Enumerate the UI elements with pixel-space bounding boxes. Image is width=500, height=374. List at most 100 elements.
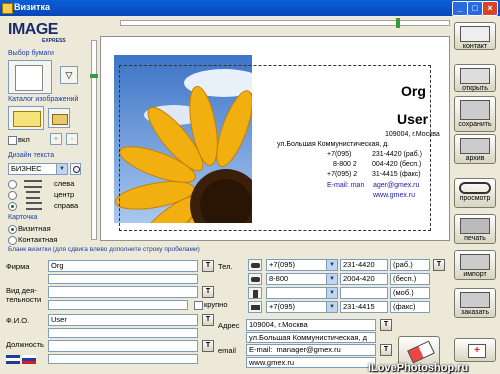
align-right-label: справа: [54, 201, 79, 210]
remove-image-button[interactable]: -: [66, 133, 78, 145]
phone2-code: 8-800: [269, 274, 289, 283]
align-center-radio[interactable]: [8, 191, 17, 200]
open-button[interactable]: открыть: [454, 64, 496, 92]
vkl-checkbox[interactable]: [8, 136, 17, 145]
app-icon: [2, 3, 13, 14]
close-button[interactable]: ×: [482, 1, 498, 16]
fio-font-button[interactable]: T: [202, 314, 214, 326]
paper-preview[interactable]: [8, 60, 52, 94]
catalog-button[interactable]: [8, 106, 44, 130]
position-font-button[interactable]: T: [202, 340, 214, 352]
chevron-down-icon: ▼: [326, 274, 337, 284]
card-phone3-code: +7(095) 2: [327, 171, 358, 178]
contact-button[interactable]: контакт: [454, 22, 496, 50]
search-design-button[interactable]: [70, 163, 81, 175]
vertical-slider-thumb[interactable]: [90, 74, 98, 78]
phone4-number-field[interactable]: 231-4415: [340, 301, 388, 313]
email-field[interactable]: E-mail: manager@gmex.ru: [246, 344, 376, 356]
activity-field-2[interactable]: [48, 300, 188, 310]
horizontal-slider-thumb[interactable]: [396, 18, 400, 28]
phone1-font-button[interactable]: T: [433, 259, 445, 271]
email-font-button[interactable]: T: [380, 344, 392, 356]
design-select[interactable]: БИЗНЕС ▼: [8, 163, 68, 175]
maximize-button[interactable]: □: [467, 1, 483, 16]
contact-label: контакт: [462, 43, 488, 50]
design-label: Дизайн текста: [8, 152, 55, 159]
phone2-number-field[interactable]: 2004-420: [340, 273, 388, 285]
paper-dropdown-button[interactable]: ▽: [60, 66, 78, 84]
search-icon: [73, 166, 80, 173]
phone2-code-select[interactable]: 8-800 ▼: [266, 273, 338, 285]
ru-flag-icon: [22, 355, 36, 364]
logo-subtext: EXPRESS: [42, 38, 66, 44]
card-type-business-radio[interactable]: [8, 225, 17, 234]
preview-button[interactable]: просмотр: [454, 178, 496, 208]
order-label: заказать: [461, 309, 489, 316]
position-label: Должность: [6, 340, 44, 349]
phone3-code-select[interactable]: ▼: [266, 287, 338, 299]
card-email: ager@gmex.ru: [373, 182, 420, 189]
save-button[interactable]: сохранить: [454, 96, 496, 132]
position-field-2[interactable]: [48, 354, 198, 364]
archive-button[interactable]: архив: [454, 134, 496, 164]
eraser-icon: [407, 340, 435, 364]
fio-field[interactable]: User: [48, 314, 198, 326]
horizontal-slider-track[interactable]: [120, 20, 450, 26]
card-address1: 109004, г.Москва: [385, 131, 440, 138]
phone-type-button-2[interactable]: [248, 273, 262, 285]
card-type-label: Карточка: [8, 214, 38, 221]
align-left-icon: [24, 180, 42, 188]
phone1-code-select[interactable]: +7(095) ▼: [266, 259, 338, 271]
paper-label: Выбор бумаги: [8, 50, 54, 57]
folder-button[interactable]: [48, 108, 70, 128]
help-button[interactable]: +: [454, 338, 496, 362]
chevron-down-icon: ▼: [326, 260, 337, 270]
align-right-icon: [26, 202, 42, 210]
card-type-contact-label: Контактная: [18, 235, 58, 244]
position-field[interactable]: [48, 340, 198, 352]
krupno-checkbox[interactable]: [194, 301, 203, 310]
language-flags[interactable]: [6, 355, 38, 365]
first-aid-icon: +: [468, 344, 486, 358]
chevron-down-icon: ▼: [56, 164, 67, 174]
address-font-button[interactable]: T: [380, 319, 392, 331]
phone4-code: +7(095): [269, 302, 296, 311]
card-www: www.gmex.ru: [373, 192, 416, 199]
card-phone3: 31-4415 (факс): [372, 171, 421, 178]
open-label: открыть: [462, 85, 488, 92]
add-image-button[interactable]: +: [50, 133, 62, 145]
address-field-1[interactable]: 109004, г.Москва: [246, 319, 376, 331]
phone2-type: (бесп.): [390, 273, 430, 285]
align-right-radio[interactable]: [8, 202, 17, 211]
activity-font-button[interactable]: T: [202, 286, 214, 298]
card-org: Org: [401, 83, 426, 99]
phone1-number-field[interactable]: 231-4420: [340, 259, 388, 271]
firm-field-2[interactable]: [48, 274, 198, 284]
order-button[interactable]: заказать: [454, 288, 496, 318]
fio-field-2[interactable]: [48, 328, 198, 338]
watermark: ILovePhotoshop.ru: [368, 362, 469, 374]
align-left-radio[interactable]: [8, 180, 17, 189]
address-label: Адрес: [218, 321, 240, 330]
firm-font-button[interactable]: T: [202, 260, 214, 272]
glasses-icon: [459, 182, 491, 194]
vertical-slider-track[interactable]: [91, 40, 97, 240]
order-icon: [460, 292, 490, 308]
www-field[interactable]: www.gmex.ru: [246, 357, 376, 368]
firm-field[interactable]: Org: [48, 260, 198, 272]
mobile-phone-icon: [253, 290, 258, 298]
print-button[interactable]: печать: [454, 214, 496, 244]
activity-field[interactable]: [48, 286, 198, 298]
phone-type-button-4[interactable]: [248, 301, 262, 313]
card-preview-area: Org User 109004, г.Москва ул.Большая Ком…: [100, 36, 450, 241]
uk-flag-icon: [6, 355, 20, 364]
card-type-contact-radio[interactable]: [8, 236, 17, 245]
phone4-code-select[interactable]: +7(095) ▼: [266, 301, 338, 313]
minimize-button[interactable]: _: [452, 1, 468, 16]
phone-icon: [251, 277, 260, 282]
phone-type-button-1[interactable]: [248, 259, 262, 271]
import-button[interactable]: импорт: [454, 250, 496, 280]
address-field-2[interactable]: ул.Большая Коммунистическая, д: [246, 332, 376, 343]
phone-type-button-3[interactable]: [248, 287, 262, 299]
phone3-number-field[interactable]: [340, 287, 388, 299]
